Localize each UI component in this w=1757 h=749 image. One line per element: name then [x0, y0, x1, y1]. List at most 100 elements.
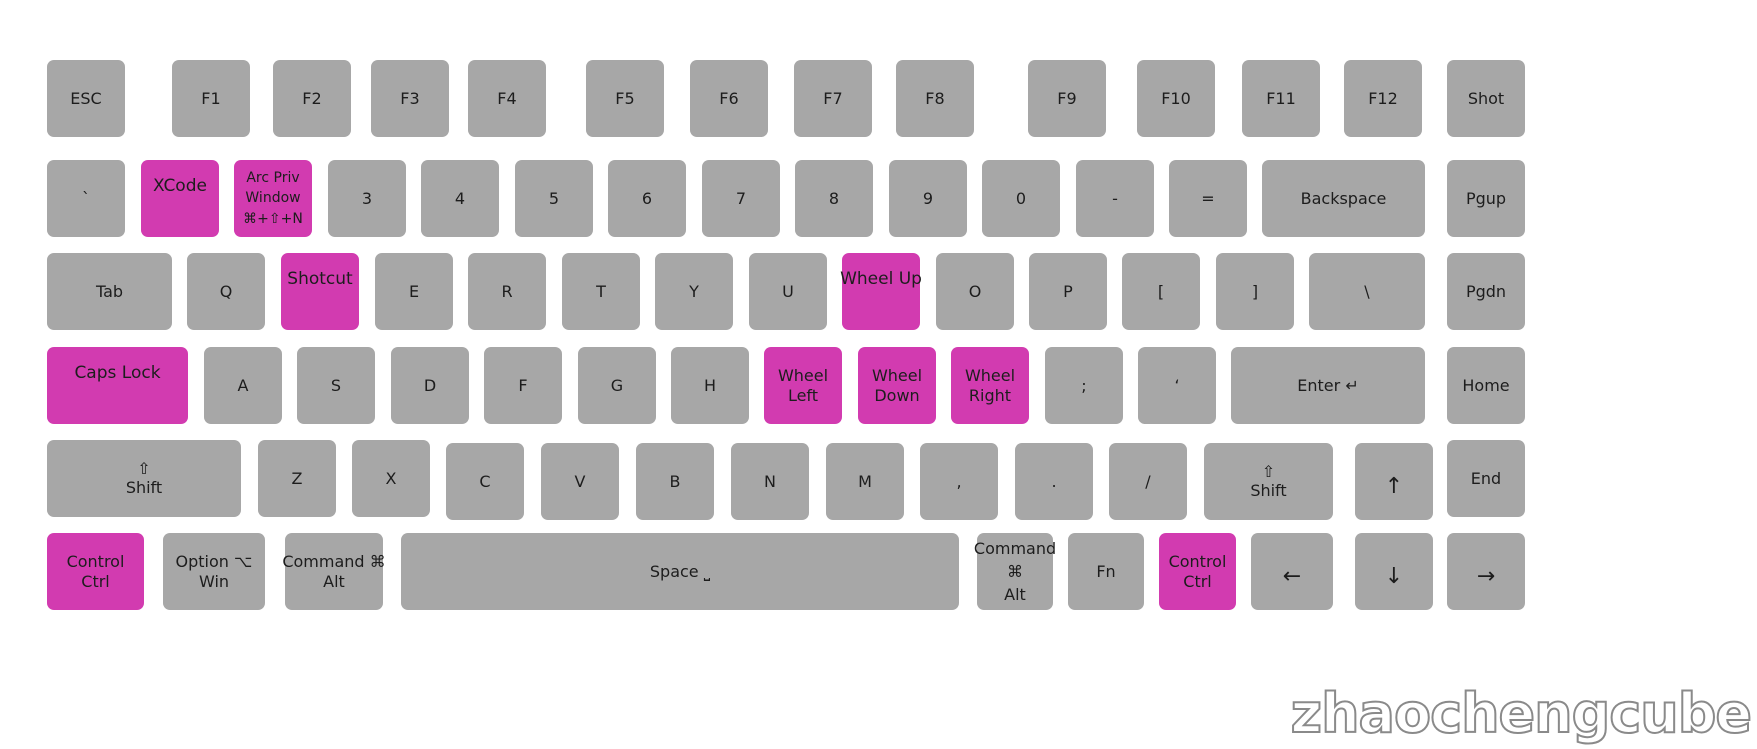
key-e[interactable]: E: [375, 253, 453, 330]
key-f5[interactable]: F5: [586, 60, 664, 137]
key-digit-5[interactable]: 5: [515, 160, 593, 237]
key-o[interactable]: O: [936, 253, 1014, 330]
key-pgdn[interactable]: Pgdn: [1447, 253, 1525, 330]
key-semicolon[interactable]: ;: [1045, 347, 1123, 424]
key-digit-2[interactable]: Arc Priv Window ⌘+⇧+N: [234, 160, 312, 237]
key-rbracket[interactable]: ]: [1216, 253, 1294, 330]
key-label: Left: [787, 385, 819, 405]
key-label: Control: [1168, 551, 1227, 571]
key-label: Alt: [1004, 585, 1026, 605]
key-f1[interactable]: F1: [172, 60, 250, 137]
key-label: Enter ↵: [1297, 375, 1359, 395]
key-lshift[interactable]: ⇧ Shift: [47, 440, 241, 517]
key-g[interactable]: G: [578, 347, 656, 424]
key-f8[interactable]: F8: [896, 60, 974, 137]
key-backspace[interactable]: Backspace: [1262, 160, 1425, 237]
key-down[interactable]: ↓: [1355, 533, 1433, 610]
key-f11[interactable]: F11: [1242, 60, 1320, 137]
key-rctrl[interactable]: Control Ctrl: [1159, 533, 1236, 610]
key-b[interactable]: B: [636, 443, 714, 520]
key-digit-6[interactable]: 6: [608, 160, 686, 237]
key-tab[interactable]: Tab: [47, 253, 172, 330]
key-label: ↑: [1384, 473, 1404, 499]
key-k[interactable]: Wheel Down: [858, 347, 936, 424]
key-lcommand[interactable]: Command ⌘ Alt: [282, 533, 386, 610]
key-lbracket[interactable]: [: [1122, 253, 1200, 330]
key-c[interactable]: C: [446, 443, 524, 520]
key-digit-1[interactable]: XCode: [141, 160, 219, 237]
key-q[interactable]: Q: [187, 253, 265, 330]
key-digit-7[interactable]: 7: [702, 160, 780, 237]
key-quote[interactable]: ‘: [1138, 347, 1216, 424]
key-v[interactable]: V: [541, 443, 619, 520]
key-f9[interactable]: F9: [1028, 60, 1106, 137]
key-h[interactable]: H: [671, 347, 749, 424]
key-s[interactable]: S: [297, 347, 375, 424]
key-f4[interactable]: F4: [468, 60, 546, 137]
key-shot[interactable]: Shot: [1447, 60, 1525, 137]
key-backslash[interactable]: \: [1309, 253, 1425, 330]
key-lctrl[interactable]: Control Ctrl: [47, 533, 144, 610]
key-f7[interactable]: F7: [794, 60, 872, 137]
key-enter[interactable]: Enter ↵: [1231, 347, 1425, 424]
key-period[interactable]: .: [1015, 443, 1093, 520]
key-esc[interactable]: ESC: [47, 60, 125, 137]
key-comma[interactable]: ,: [920, 443, 998, 520]
key-rcommand[interactable]: Command ⌘ Alt: [974, 533, 1056, 610]
key-digit-0[interactable]: 0: [982, 160, 1060, 237]
key-slash[interactable]: /: [1109, 443, 1187, 520]
key-r[interactable]: R: [468, 253, 546, 330]
key-left[interactable]: ←: [1251, 533, 1333, 610]
key-f10[interactable]: F10: [1137, 60, 1215, 137]
key-label: \: [1364, 281, 1370, 301]
key-label: ←: [1282, 563, 1302, 589]
key-f[interactable]: F: [484, 347, 562, 424]
key-right[interactable]: →: [1447, 533, 1525, 610]
key-f6[interactable]: F6: [690, 60, 768, 137]
key-label: Backspace: [1300, 188, 1387, 208]
key-end[interactable]: End: [1447, 440, 1525, 517]
key-pgup[interactable]: Pgup: [1447, 160, 1525, 237]
key-f3[interactable]: F3: [371, 60, 449, 137]
key-u[interactable]: U: [749, 253, 827, 330]
key-label: Y: [689, 281, 699, 301]
key-m[interactable]: M: [826, 443, 904, 520]
key-digit-4[interactable]: 4: [421, 160, 499, 237]
key-label: Home: [1462, 375, 1510, 395]
key-f2[interactable]: F2: [273, 60, 351, 137]
key-label: End: [1470, 468, 1502, 488]
key-home[interactable]: Home: [1447, 347, 1525, 424]
key-a[interactable]: A: [204, 347, 282, 424]
key-digit-9[interactable]: 9: [889, 160, 967, 237]
key-digit-8[interactable]: 8: [795, 160, 873, 237]
key-capslock[interactable]: Caps Lock: [47, 347, 188, 424]
key-label: →: [1476, 563, 1496, 589]
key-x[interactable]: X: [352, 440, 430, 517]
key-z[interactable]: Z: [258, 440, 336, 517]
key-backtick[interactable]: `: [47, 160, 125, 237]
key-label: Option ⌥: [175, 551, 253, 571]
key-equals[interactable]: =: [1169, 160, 1247, 237]
key-minus[interactable]: -: [1076, 160, 1154, 237]
key-up[interactable]: ↑: [1355, 443, 1433, 520]
key-rshift[interactable]: ⇧ Shift: [1204, 443, 1333, 520]
key-d[interactable]: D: [391, 347, 469, 424]
key-y[interactable]: Y: [655, 253, 733, 330]
key-label: F11: [1266, 88, 1296, 108]
key-label: H: [703, 375, 717, 395]
key-label: Ctrl: [81, 571, 110, 591]
key-n[interactable]: N: [731, 443, 809, 520]
key-label: ⌘+⇧+N: [243, 210, 303, 227]
key-i[interactable]: Wheel Up: [840, 253, 922, 330]
key-label: 6: [641, 188, 653, 208]
key-l[interactable]: Wheel Right: [951, 347, 1029, 424]
key-fn[interactable]: Fn: [1068, 533, 1144, 610]
key-p[interactable]: P: [1029, 253, 1107, 330]
key-space[interactable]: Space ⎵: [401, 533, 959, 610]
key-j[interactable]: Wheel Left: [764, 347, 842, 424]
key-t[interactable]: T: [562, 253, 640, 330]
key-w[interactable]: Shotcut: [281, 253, 359, 330]
key-f12[interactable]: F12: [1344, 60, 1422, 137]
key-loption[interactable]: Option ⌥ Win: [163, 533, 265, 610]
key-digit-3[interactable]: 3: [328, 160, 406, 237]
